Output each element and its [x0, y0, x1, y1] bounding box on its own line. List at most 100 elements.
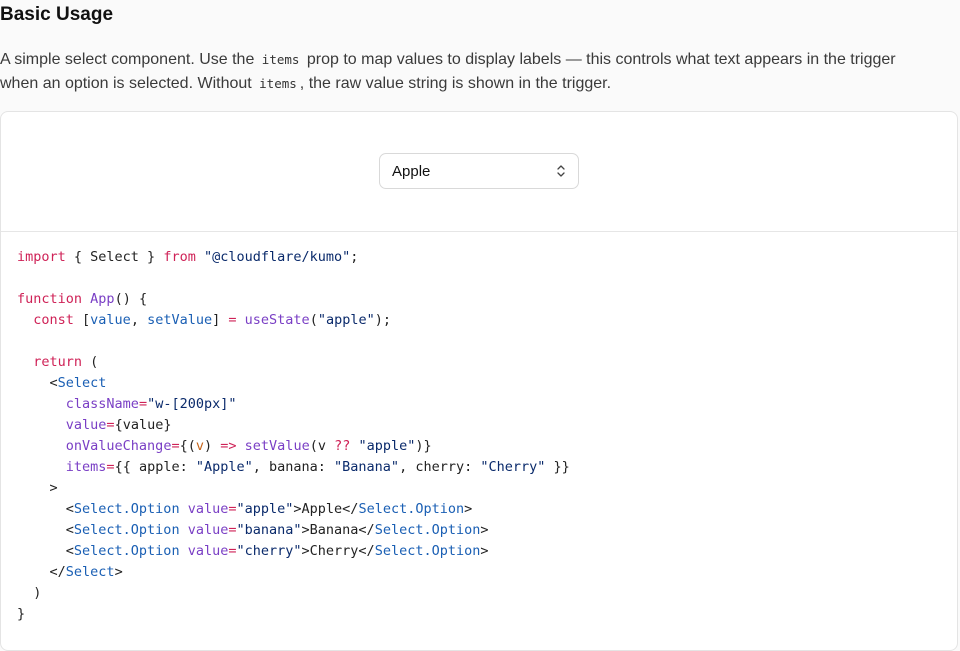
- code-line: import { Select } from "@cloudflare/kumo…: [17, 247, 570, 268]
- example-card: Apple import { Select } from "@cloudflar…: [0, 111, 958, 651]
- code-line: }: [17, 604, 570, 625]
- code-token: function: [17, 291, 83, 307]
- code-token: onValueChange: [65, 438, 172, 454]
- section-description: A simple select component. Use the items…: [0, 48, 960, 96]
- code-token: >: [114, 564, 123, 580]
- code-token: =>: [220, 438, 237, 454]
- select-trigger[interactable]: Apple: [379, 153, 579, 189]
- code-token: }: [17, 606, 26, 622]
- code-token: </: [17, 564, 66, 580]
- code-token: const: [33, 312, 74, 328]
- code-token: =: [228, 312, 237, 328]
- code-token: >Cherry</: [301, 543, 375, 559]
- code-token: ]: [212, 312, 229, 328]
- code-token: ): [17, 585, 42, 601]
- code-line: value={value}: [17, 415, 570, 436]
- code-token: >Banana</: [301, 522, 375, 538]
- code-token: <: [17, 522, 74, 538]
- code-token: value: [187, 522, 229, 538]
- code-token: "Banana": [334, 459, 400, 475]
- description-line-2: when an option is selected. Without item…: [0, 72, 960, 96]
- chevron-up-down-icon: [556, 164, 566, 178]
- description-text: A simple select component. Use the: [0, 51, 259, 68]
- code-token: setValue: [244, 438, 310, 454]
- description-text: when an option is selected. Without: [0, 75, 257, 92]
- code-line: onValueChange={(v) => setValue(v ?? "app…: [17, 436, 570, 457]
- code-token: (v: [309, 438, 335, 454]
- code-token: "w-[200px]": [147, 396, 237, 412]
- code-block: import { Select } from "@cloudflare/kumo…: [17, 247, 570, 625]
- code-line: <Select.Option value="apple">Apple</Sele…: [17, 499, 570, 520]
- code-line: </Select>: [17, 562, 570, 583]
- code-token: Select: [57, 375, 107, 391]
- code-line: ): [17, 583, 570, 604]
- code-token: "cherry": [236, 543, 302, 559]
- code-token: ;: [350, 249, 359, 265]
- code-token: >: [17, 480, 58, 496]
- section-title: Basic Usage: [0, 4, 114, 25]
- code-line: function App() {: [17, 289, 570, 310]
- code-token: Select.Option: [73, 543, 180, 559]
- items-code-inline: items: [261, 52, 300, 67]
- code-token: App: [90, 291, 115, 307]
- code-token: "@cloudflare/kumo": [203, 249, 351, 265]
- code-token: );: [374, 312, 391, 328]
- code-token: "apple": [358, 438, 416, 454]
- code-token: className: [65, 396, 139, 412]
- code-token: =: [228, 522, 237, 538]
- items-code-inline: items: [259, 76, 297, 91]
- code-token: Select.Option: [374, 543, 481, 559]
- code-token: Select: [65, 564, 115, 580]
- code-token: "apple": [236, 501, 294, 517]
- preview-area: Apple: [1, 112, 957, 232]
- description-text: prop to map values to display labels — t…: [302, 51, 896, 68]
- code-token: , banana:: [252, 459, 335, 475]
- code-token: "Apple": [195, 459, 253, 475]
- code-line: className="w-[200px]": [17, 394, 570, 415]
- select-value: Apple: [392, 163, 431, 180]
- code-token: =: [171, 438, 180, 454]
- code-token: value: [90, 312, 131, 328]
- code-token: =: [106, 459, 115, 475]
- code-token: "apple": [317, 312, 375, 328]
- code-token: =: [228, 501, 237, 517]
- code-token: useState: [244, 312, 310, 328]
- code-token: value: [187, 543, 229, 559]
- code-token: =: [228, 543, 237, 559]
- code-token: , cherry:: [399, 459, 481, 475]
- code-token: Select.Option: [374, 522, 481, 538]
- code-token: return: [33, 354, 83, 370]
- code-token: ): [204, 438, 221, 454]
- code-line: items={{ apple: "Apple", banana: "Banana…: [17, 457, 570, 478]
- code-token: Select.Option: [358, 501, 465, 517]
- code-token: "Cherry": [480, 459, 546, 475]
- code-token: items: [65, 459, 107, 475]
- code-token: =: [106, 417, 115, 433]
- code-line: <Select: [17, 373, 570, 394]
- code-token: { Select }: [65, 249, 164, 265]
- code-token: {(: [179, 438, 196, 454]
- code-token: }}: [545, 459, 570, 475]
- code-token: ??: [334, 438, 351, 454]
- code-token: >: [464, 501, 473, 517]
- code-token: () {: [114, 291, 148, 307]
- code-token: =: [138, 396, 148, 412]
- code-token: setValue: [147, 312, 213, 328]
- code-token: (: [82, 354, 99, 370]
- code-token: import: [17, 249, 66, 265]
- code-token: value: [187, 501, 229, 517]
- code-token: {value}: [114, 417, 172, 433]
- code-line: <Select.Option value="banana">Banana</Se…: [17, 520, 570, 541]
